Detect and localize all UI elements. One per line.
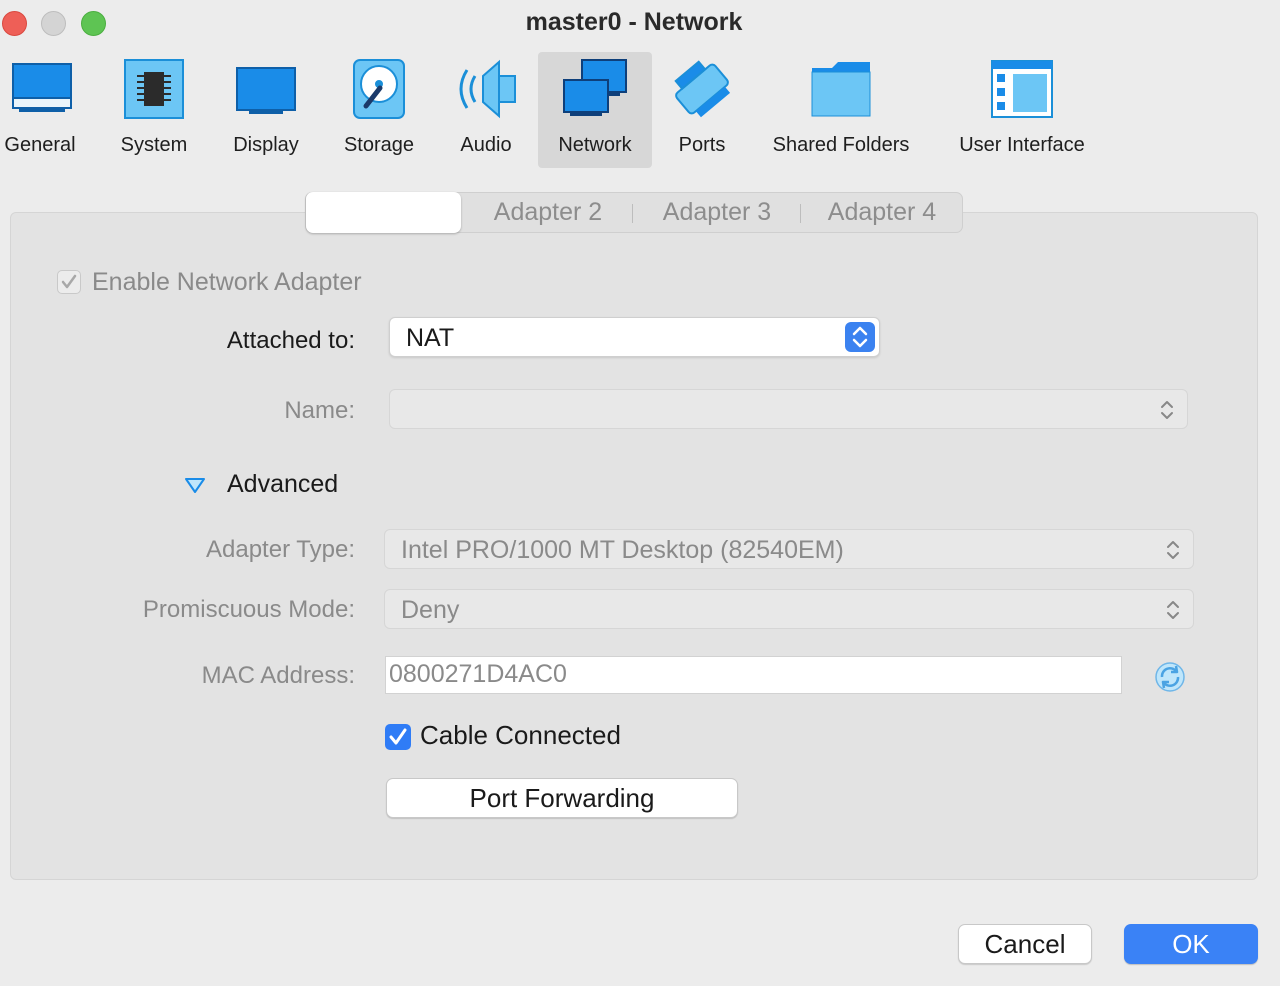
adapter-type-select[interactable]: Intel PRO/1000 MT Desktop (82540EM) [384, 529, 1194, 569]
attached-to-select[interactable]: NAT [389, 317, 880, 357]
select-stepper-icon [1165, 598, 1181, 622]
checkmark-icon [389, 728, 407, 745]
select-stepper-icon [1159, 398, 1175, 422]
toolbar-item-audio[interactable]: Audio [446, 52, 526, 168]
chip-icon [121, 58, 187, 120]
toolbar-label: Ports [678, 134, 726, 156]
select-stepper-icon [1165, 538, 1181, 562]
toolbar-item-display[interactable]: Display [222, 52, 310, 168]
toolbar-label: System [120, 134, 188, 156]
cable-connected-checkbox[interactable] [385, 724, 411, 750]
user-interface-icon [989, 58, 1055, 120]
ok-button[interactable]: OK [1124, 924, 1258, 964]
mac-address-label: MAC Address: [201, 662, 355, 689]
network-icon [562, 58, 628, 120]
toolbar-item-system[interactable]: System [108, 52, 200, 168]
promiscuous-mode-select[interactable]: Deny [384, 589, 1194, 629]
promiscuous-mode-label: Promiscuous Mode: [142, 596, 355, 623]
toolbar-item-ports[interactable]: Ports [664, 52, 740, 168]
advanced-disclosure-triangle-icon[interactable] [183, 474, 207, 496]
attached-to-value: NAT [406, 324, 455, 352]
ports-connector-icon [669, 58, 735, 120]
toolbar-label: Display [233, 134, 299, 156]
tab-adapter-3[interactable]: Adapter 3 [633, 193, 801, 232]
name-select[interactable] [389, 389, 1188, 429]
window-title: master0 - Network [525, 8, 743, 36]
enable-adapter-label: Enable Network Adapter [92, 268, 362, 296]
general-icon [7, 58, 73, 120]
toolbar-item-network[interactable]: Network [538, 52, 652, 168]
toolbar-label: Storage [343, 134, 415, 156]
cancel-button[interactable]: Cancel [958, 924, 1092, 964]
tab-adapter-1[interactable] [306, 192, 461, 233]
refresh-mac-icon[interactable] [1154, 661, 1186, 693]
speaker-icon [453, 58, 519, 120]
toolbar-label: Shared Folders [772, 134, 910, 156]
storage-disk-icon [346, 58, 412, 120]
checkmark-icon [61, 274, 77, 289]
toolbar-item-shared-folders[interactable]: Shared Folders [762, 52, 920, 168]
toolbar-label: Network [558, 134, 632, 156]
promiscuous-mode-value: Deny [401, 596, 460, 624]
adapter-type-value: Intel PRO/1000 MT Desktop (82540EM) [401, 536, 844, 564]
advanced-label[interactable]: Advanced [227, 470, 338, 499]
enable-adapter-checkbox[interactable] [57, 270, 81, 294]
attached-to-label: Attached to: [226, 327, 355, 354]
toolbar-label: General [4, 134, 76, 156]
adapter-type-label: Adapter Type: [206, 536, 355, 563]
mac-address-field[interactable]: 0800271D4AC0 [385, 656, 1122, 694]
toolbar-label: Audio [460, 134, 512, 156]
toolbar-item-general[interactable]: General [0, 52, 80, 168]
tab-adapter-2[interactable]: Adapter 2 [464, 193, 632, 232]
mac-address-value: 0800271D4AC0 [389, 660, 567, 688]
folder-icon [808, 58, 874, 120]
toolbar-item-user-interface[interactable]: User Interface [948, 52, 1096, 168]
select-stepper-icon [845, 322, 875, 352]
tab-adapter-4[interactable]: Adapter 4 [801, 193, 963, 232]
toolbar-label: User Interface [959, 134, 1085, 156]
name-label: Name: [284, 397, 355, 424]
cable-connected-label: Cable Connected [420, 720, 621, 750]
display-icon [233, 58, 299, 120]
adapter-tabs: Adapter 2 Adapter 3 Adapter 4 [305, 192, 963, 233]
toolbar-item-storage[interactable]: Storage [332, 52, 426, 168]
port-forwarding-button[interactable]: Port Forwarding [386, 778, 738, 818]
